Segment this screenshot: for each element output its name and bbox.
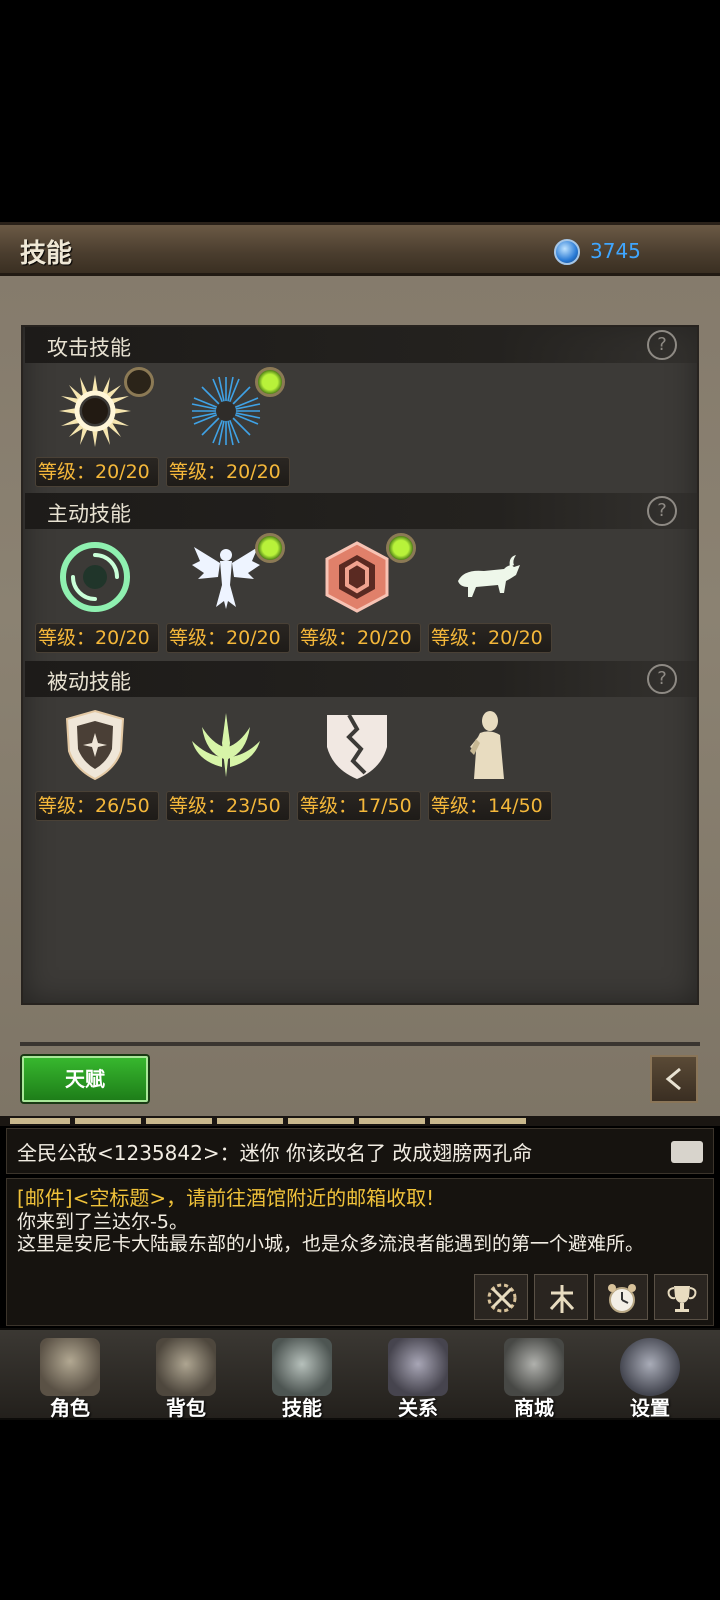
nav-item-settings[interactable]: 设置 [592, 1334, 708, 1420]
handshake-icon [388, 1338, 448, 1396]
skill-level: 等级：20/20 [35, 623, 159, 653]
nav-label: 角色 [50, 1396, 90, 1420]
skill-slot-vortex[interactable]: 等级：20/20 [29, 531, 159, 653]
back-button[interactable] [650, 1055, 698, 1103]
gem-currency-icon [554, 239, 580, 265]
gear-icon [620, 1338, 680, 1396]
status-badge-active [255, 367, 285, 397]
clock-tool-button[interactable] [594, 1274, 648, 1320]
skill-level: 等级：17/50 [297, 791, 421, 821]
vortex-icon [60, 542, 130, 612]
chat-message: 全民公敌<1235842>：迷你 你该改名了 改成翅膀两孔命 [17, 1141, 533, 1165]
divider [20, 1042, 700, 1046]
page-header: 技能 3745 [0, 222, 720, 276]
skill-level: 等级：20/20 [297, 623, 421, 653]
nav-label: 商城 [514, 1396, 554, 1420]
world-chat-line[interactable]: 全民公敌<1235842>：迷你 你该改名了 改成翅膀两孔命 [6, 1128, 714, 1174]
chest-icon [504, 1338, 564, 1396]
section-title: 被动技能 [47, 670, 131, 694]
skill-slot-sun-ring[interactable]: 等级：20/20 [29, 365, 159, 487]
trophy-tool-button[interactable] [654, 1274, 708, 1320]
nav-label: 关系 [398, 1396, 438, 1420]
skill-slot-winged-figure[interactable]: 等级：20/20 [160, 531, 290, 653]
skill-slot-hex-shield[interactable]: 等级：20/20 [291, 531, 421, 653]
star-shield-icon [65, 709, 125, 781]
skill-level: 等级：26/50 [35, 791, 159, 821]
status-badge [124, 367, 154, 397]
nav-item-skills[interactable]: 技能 [244, 1334, 360, 1420]
nav-item-bag[interactable]: 背包 [128, 1334, 244, 1420]
chat-bubble-icon[interactable] [671, 1141, 703, 1163]
skill-level: 等级：20/20 [166, 457, 290, 487]
tree-icon [549, 1285, 575, 1313]
crossed-swords-icon [487, 1283, 517, 1313]
tab-strip [0, 1116, 720, 1126]
section-header-attack: 攻击技能 ? [25, 327, 699, 363]
help-icon[interactable]: ? [647, 330, 677, 360]
nav-label: 背包 [166, 1396, 206, 1420]
skill-level: 等级：14/50 [428, 791, 552, 821]
page-title: 技能 [20, 239, 73, 269]
status-badge-active [386, 533, 416, 563]
currency-value: 3745 [590, 239, 641, 263]
bottom-navigation: 角色 背包 技能 关系 商城 设置 [0, 1328, 720, 1420]
nav-label: 技能 [282, 1396, 322, 1420]
praying-figure-icon [470, 711, 504, 779]
talent-button[interactable]: 天赋 [22, 1056, 148, 1102]
skill-slot-cracked-shield[interactable]: 等级：17/50 [291, 699, 421, 821]
skill-slot-blue-burst[interactable]: 等级：20/20 [160, 365, 290, 487]
nav-label: 设置 [630, 1396, 670, 1420]
skill-slot-star-shield[interactable]: 等级：26/50 [29, 699, 159, 821]
section-header-passive: 被动技能 ? [25, 661, 699, 697]
bag-icon [156, 1338, 216, 1396]
tree-tool-button[interactable] [534, 1274, 588, 1320]
battle-tool-button[interactable] [474, 1274, 528, 1320]
nav-item-shop[interactable]: 商城 [476, 1334, 592, 1420]
blue-burst-icon [191, 376, 261, 446]
help-icon[interactable]: ? [647, 664, 677, 694]
trophy-icon [667, 1286, 697, 1312]
skill-level: 等级：20/20 [35, 457, 159, 487]
mail-notice[interactable]: [邮件]<空标题>，请前往酒馆附近的邮箱收取! [17, 1185, 703, 1211]
skill-level: 等级：20/20 [428, 623, 552, 653]
chevron-left-icon [665, 1067, 681, 1091]
skill-level: 等级：23/50 [166, 791, 290, 821]
system-message: 这里是安尼卡大陆最东部的小城，也是众多流浪者能遇到的第一个避难所。 [17, 1233, 645, 1255]
alarm-clock-icon [608, 1284, 636, 1313]
system-message: 你来到了兰达尔-5。 [17, 1211, 188, 1233]
winged-figure-icon [192, 547, 260, 609]
skills-panel: 攻击技能 ? 等级：20/20 等级：20/20 主动技能 ? 等级：20/20… [21, 325, 699, 1005]
status-badge-active [255, 533, 285, 563]
cracked-shield-icon [327, 714, 387, 779]
section-title: 攻击技能 [47, 336, 131, 360]
ram-icon [458, 555, 520, 597]
help-icon[interactable]: ? [647, 496, 677, 526]
skill-slot-ram[interactable]: 等级：20/20 [422, 531, 552, 653]
claw-crest-icon [192, 713, 260, 777]
skill-slot-praying-figure[interactable]: 等级：14/50 [422, 699, 552, 821]
skill-level: 等级：20/20 [166, 623, 290, 653]
sun-ring-icon [59, 375, 131, 447]
skill-slot-claw-crest[interactable]: 等级：23/50 [160, 699, 290, 821]
nav-item-relations[interactable]: 关系 [360, 1334, 476, 1420]
section-title: 主动技能 [47, 502, 131, 526]
nav-item-character[interactable]: 角色 [12, 1334, 128, 1420]
helmet-icon [40, 1338, 100, 1396]
hex-shield-icon [325, 541, 389, 613]
section-header-active: 主动技能 ? [25, 493, 699, 529]
spellbook-icon [272, 1338, 332, 1396]
